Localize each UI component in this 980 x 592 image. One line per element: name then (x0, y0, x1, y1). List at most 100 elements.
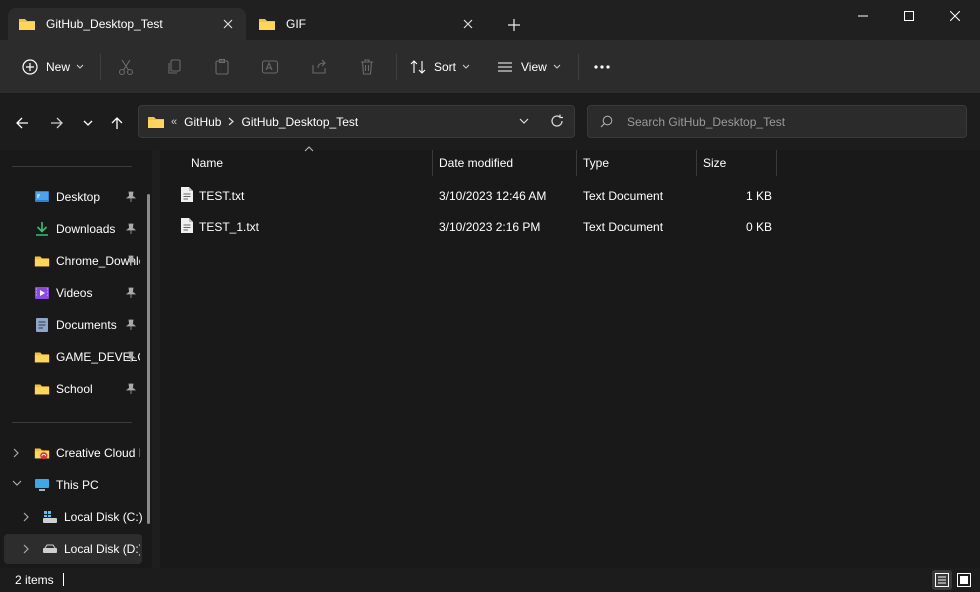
plus-circle-icon (22, 59, 38, 75)
view-label: View (521, 60, 547, 74)
chevron-right-icon[interactable] (22, 543, 30, 555)
sidebar-item-downloads[interactable]: Downloads (0, 214, 146, 244)
forward-arrow-icon[interactable] (46, 112, 68, 134)
cut-icon[interactable] (114, 55, 138, 79)
file-type: Text Document (583, 220, 664, 234)
pin-icon[interactable] (126, 255, 136, 267)
pin-icon[interactable] (126, 191, 136, 203)
tab-label: GIF (286, 17, 306, 31)
column-header-size[interactable]: Size (703, 150, 726, 176)
sidebar-item-label: This PC (56, 478, 99, 492)
creative-cloud-icon (34, 445, 50, 461)
folder-icon (34, 253, 50, 269)
search-input[interactable] (627, 114, 947, 129)
view-button[interactable]: View (497, 52, 561, 82)
file-name: TEST_1.txt (199, 220, 260, 234)
column-header-date-modified[interactable]: Date modified (439, 150, 513, 176)
column-divider[interactable] (776, 150, 777, 176)
column-divider[interactable] (576, 150, 577, 176)
column-divider[interactable] (696, 150, 697, 176)
sidebar-item-game-development[interactable]: GAME_DEVELOPMENT (0, 342, 146, 372)
folder-icon (147, 114, 165, 130)
sort-button[interactable]: Sort (410, 52, 470, 82)
sidebar-item-label: Local Disk (D:) (64, 542, 140, 556)
address-bar[interactable]: « GitHub GitHub_Desktop_Test (138, 105, 575, 138)
column-header-type[interactable]: Type (583, 150, 609, 176)
breadcrumb-overflow[interactable]: « (171, 116, 177, 128)
recent-locations-chevron-icon[interactable] (77, 112, 99, 134)
sidebar-item-local-disk-c[interactable]: Local Disk (C:) (0, 502, 146, 532)
sidebar-item-school[interactable]: School (0, 374, 146, 404)
tab-gif[interactable]: GIF (248, 8, 486, 40)
rename-icon[interactable] (258, 55, 282, 79)
pin-icon[interactable] (126, 319, 136, 331)
sidebar-item-videos[interactable]: Videos (0, 278, 146, 308)
file-list: Name Date modified Type Size TEST.txt 3/… (160, 146, 980, 568)
maximize-button[interactable] (886, 0, 932, 32)
sidebar-item-documents[interactable]: Documents (0, 310, 146, 340)
desktop-icon (34, 189, 50, 205)
tab-github-desktop-test[interactable]: GitHub_Desktop_Test (8, 8, 246, 40)
tiles-view-icon (957, 573, 971, 587)
breadcrumb-chevron-icon[interactable] (228, 117, 235, 126)
new-button[interactable]: New (22, 52, 84, 82)
sidebar-item-desktop[interactable]: Desktop (0, 182, 146, 212)
file-date: 3/10/2023 12:46 AM (439, 189, 547, 203)
sidebar-item-label: Local Disk (C:) (64, 510, 142, 524)
pin-icon[interactable] (126, 223, 136, 235)
search-box[interactable] (587, 105, 967, 138)
folder-icon (18, 16, 36, 32)
chevron-right-icon[interactable] (12, 447, 20, 459)
download-icon (34, 221, 50, 237)
copy-icon[interactable] (162, 55, 186, 79)
view-list-icon (498, 62, 512, 72)
refresh-icon[interactable] (550, 114, 564, 128)
sidebar-scrollbar[interactable] (147, 194, 150, 524)
file-name: TEST.txt (199, 189, 245, 203)
paste-icon[interactable] (210, 55, 234, 79)
close-window-button[interactable] (932, 0, 978, 32)
table-row[interactable]: TEST.txt 3/10/2023 12:46 AM Text Documen… (174, 182, 776, 208)
table-row[interactable]: TEST_1.txt 3/10/2023 2:16 PM Text Docume… (174, 213, 776, 239)
delete-icon[interactable] (355, 55, 379, 79)
close-tab-icon[interactable] (460, 16, 476, 32)
back-arrow-icon[interactable] (11, 112, 33, 134)
new-label: New (46, 60, 71, 74)
more-options-icon[interactable] (590, 55, 614, 79)
pin-icon[interactable] (126, 351, 136, 363)
details-view-button[interactable] (932, 570, 952, 590)
pane-splitter[interactable] (152, 150, 160, 568)
chevron-down-icon[interactable] (12, 479, 22, 487)
sort-label: Sort (434, 60, 457, 74)
chevron-right-icon[interactable] (22, 511, 30, 523)
up-arrow-icon[interactable] (106, 112, 128, 134)
file-type: Text Document (583, 189, 664, 203)
close-tab-icon[interactable] (220, 16, 236, 32)
status-divider (63, 573, 64, 586)
large-icons-view-button[interactable] (954, 570, 974, 590)
details-view-icon (935, 573, 949, 587)
pin-icon[interactable] (126, 383, 136, 395)
column-header-name[interactable]: Name (191, 150, 223, 176)
this-pc-icon (34, 477, 50, 493)
text-file-icon (180, 186, 194, 203)
pin-icon[interactable] (126, 287, 136, 299)
sidebar-item-creative-cloud-files[interactable]: Creative Cloud Files (0, 438, 146, 468)
column-divider[interactable] (432, 150, 433, 176)
title-bar: GitHub_Desktop_Test GIF (0, 0, 980, 40)
sidebar-item-chrome-downloads[interactable]: Chrome_Downloads (0, 246, 146, 276)
breadcrumb-github-desktop-test[interactable]: GitHub_Desktop_Test (241, 115, 358, 129)
sidebar-item-local-disk-d[interactable]: Local Disk (D:) (4, 534, 142, 564)
command-bar: New Sort View (0, 40, 980, 94)
new-tab-button[interactable] (503, 14, 525, 36)
divider (578, 54, 579, 80)
minimize-button[interactable] (840, 0, 886, 32)
address-history-chevron-icon[interactable] (518, 114, 530, 128)
address-row: « GitHub GitHub_Desktop_Test (0, 94, 980, 150)
folder-icon (258, 16, 276, 32)
drive-d-icon (42, 541, 58, 557)
sidebar-item-this-pc[interactable]: This PC (0, 470, 146, 500)
drive-c-icon (42, 509, 58, 525)
share-icon[interactable] (307, 55, 331, 79)
breadcrumb-github[interactable]: GitHub (184, 115, 221, 129)
